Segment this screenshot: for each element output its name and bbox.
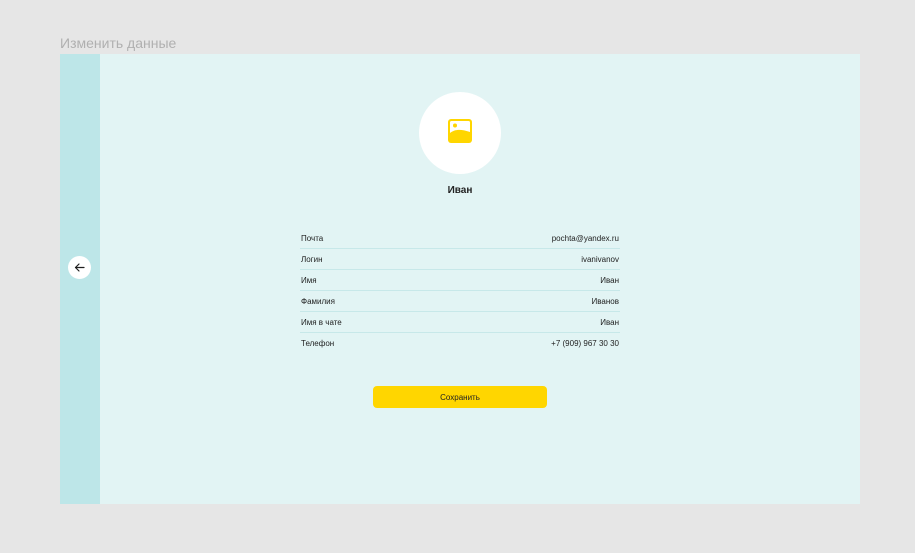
email-value[interactable]: pochta@yandex.ru bbox=[552, 234, 619, 243]
side-navigation-strip bbox=[60, 54, 100, 504]
display-name-value[interactable]: Иван bbox=[600, 318, 619, 327]
info-row-email: Почта pochta@yandex.ru bbox=[300, 228, 620, 249]
avatar[interactable] bbox=[419, 92, 501, 174]
info-row-display-name: Имя в чате Иван bbox=[300, 312, 620, 333]
info-row-phone: Телефон +7 (909) 967 30 30 bbox=[300, 333, 620, 353]
frame-title: Изменить данные bbox=[60, 35, 177, 51]
first-name-value[interactable]: Иван bbox=[600, 276, 619, 285]
info-row-login: Логин ivanivanov bbox=[300, 249, 620, 270]
field-label: Телефон bbox=[301, 338, 335, 348]
info-row-last-name: Фамилия Иванов bbox=[300, 291, 620, 312]
field-label: Фамилия bbox=[301, 296, 335, 306]
phone-value[interactable]: +7 (909) 967 30 30 bbox=[551, 339, 619, 348]
profile-info-list: Почта pochta@yandex.ru Логин ivanivanov … bbox=[300, 228, 620, 353]
back-button[interactable] bbox=[68, 256, 91, 279]
field-label: Имя bbox=[301, 275, 317, 285]
last-name-value[interactable]: Иванов bbox=[592, 297, 619, 306]
profile-edit-panel: Иван Почта pochta@yandex.ru Логин ivaniv… bbox=[60, 54, 860, 504]
image-icon bbox=[447, 118, 473, 149]
login-value[interactable]: ivanivanov bbox=[581, 255, 619, 264]
field-label: Имя в чате bbox=[301, 317, 342, 327]
profile-name: Иван bbox=[447, 185, 473, 196]
field-label: Почта bbox=[301, 233, 324, 243]
save-button[interactable]: Сохранить bbox=[373, 386, 547, 408]
arrow-left-icon bbox=[74, 262, 85, 273]
field-label: Логин bbox=[301, 254, 323, 264]
info-row-first-name: Имя Иван bbox=[300, 270, 620, 291]
